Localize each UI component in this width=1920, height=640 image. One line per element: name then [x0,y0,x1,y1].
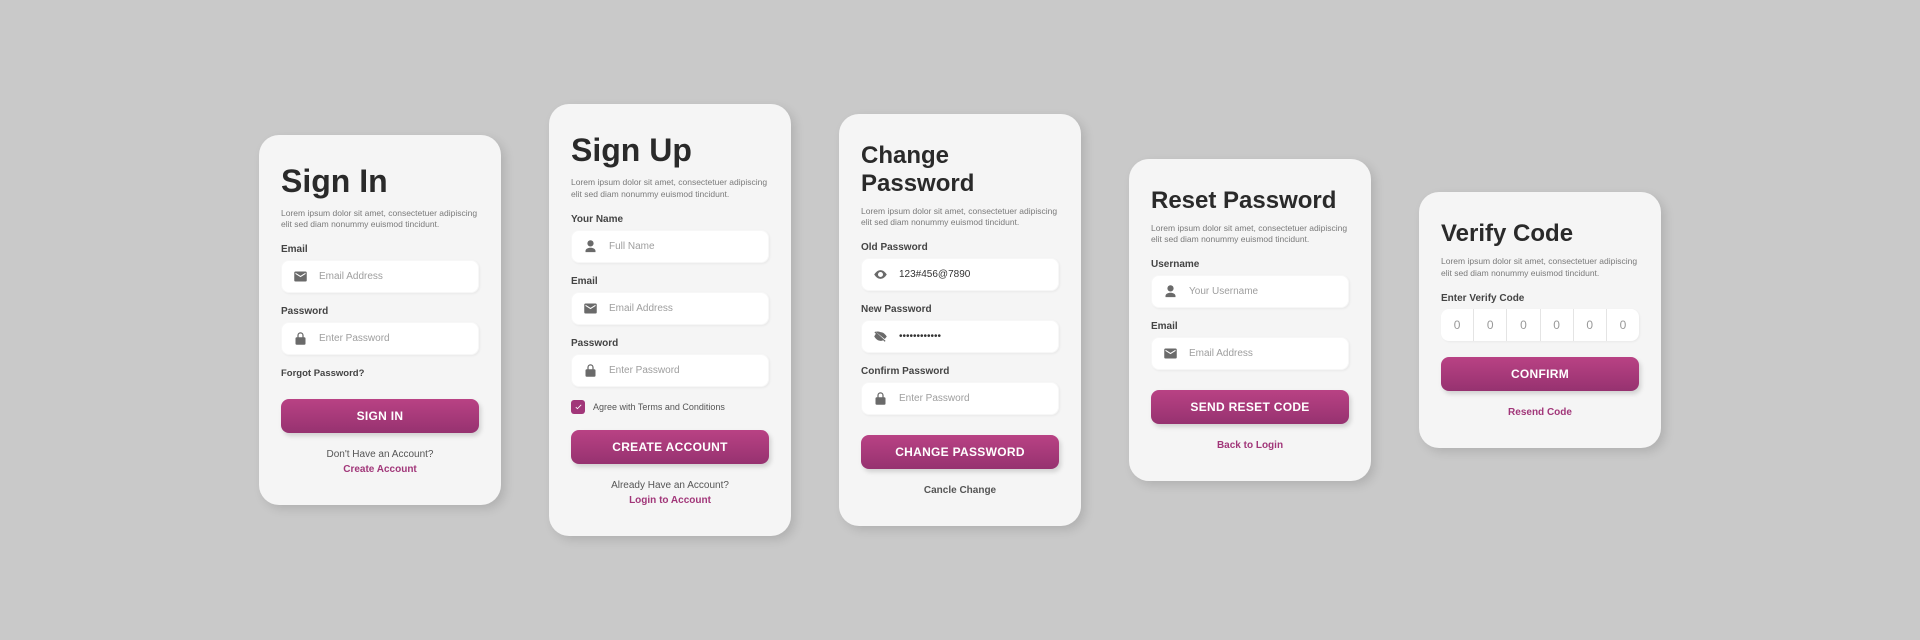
agree-row: Agree with Terms and Conditions [571,400,769,414]
otp-cell-5[interactable]: 0 [1607,309,1639,341]
signup-card: Sign Up Lorem ipsum dolor sit amet, cons… [549,104,791,536]
eye-off-icon[interactable] [873,329,888,344]
old-password-input[interactable] [899,269,1047,280]
resend-code-link[interactable]: Resend Code [1508,407,1572,418]
back-to-login-row: Back to Login [1151,438,1349,453]
verify-title: Verify Code [1441,220,1639,248]
signup-password-label: Password [571,338,769,349]
signin-title: Sign In [281,163,479,200]
lock-icon [583,363,598,378]
resend-row: Resend Code [1441,405,1639,420]
reset-username-input[interactable] [1189,286,1337,297]
signin-password-input[interactable] [319,333,467,344]
forgot-password-link[interactable]: Forgot Password? [281,368,479,379]
signup-prompt-text: Already Have an Account? [611,480,729,491]
change-desc: Lorem ipsum dolor sit amet, consectetuer… [861,206,1059,229]
signup-password-input[interactable] [609,365,757,376]
signin-desc: Lorem ipsum dolor sit amet, consectetuer… [281,208,479,231]
otp-cell-3[interactable]: 0 [1541,309,1574,341]
email-icon [1163,346,1178,361]
confirm-password-field [861,382,1059,415]
otp-input-group: 0 0 0 0 0 0 [1441,309,1639,341]
new-password-label: New Password [861,304,1059,315]
cancel-change-link[interactable]: Cancle Change [861,483,1059,498]
signin-card: Sign In Lorem ipsum dolor sit amet, cons… [259,135,501,506]
signin-email-label: Email [281,244,479,255]
reset-card: Reset Password Lorem ipsum dolor sit ame… [1129,159,1371,482]
create-account-button[interactable]: CREATE ACCOUNT [571,430,769,464]
eye-icon[interactable] [873,267,888,282]
otp-cell-0[interactable]: 0 [1441,309,1474,341]
user-icon [583,239,598,254]
change-card: Change Password Lorem ipsum dolor sit am… [839,114,1081,527]
email-icon [583,301,598,316]
agree-label: Agree with Terms and Conditions [593,402,725,412]
change-title: Change Password [861,142,1059,198]
signin-button[interactable]: SIGN IN [281,399,479,433]
signin-email-input[interactable] [319,271,467,282]
back-to-login-link[interactable]: Back to Login [1217,440,1283,451]
confirm-button[interactable]: CONFIRM [1441,357,1639,391]
verify-desc: Lorem ipsum dolor sit amet, consectetuer… [1441,256,1639,279]
otp-cell-1[interactable]: 0 [1474,309,1507,341]
lock-icon [873,391,888,406]
signup-name-field [571,230,769,263]
reset-title: Reset Password [1151,187,1349,215]
change-password-button[interactable]: CHANGE PASSWORD [861,435,1059,469]
send-reset-code-button[interactable]: SEND RESET CODE [1151,390,1349,424]
signin-password-label: Password [281,306,479,317]
signin-email-field [281,260,479,293]
reset-desc: Lorem ipsum dolor sit amet, consectetuer… [1151,223,1349,246]
signup-name-label: Your Name [571,214,769,225]
signup-email-label: Email [571,276,769,287]
login-account-link[interactable]: Login to Account [629,495,711,506]
create-account-link[interactable]: Create Account [343,464,417,475]
signin-password-field [281,322,479,355]
signup-email-field [571,292,769,325]
signup-name-input[interactable] [609,241,757,252]
reset-email-label: Email [1151,321,1349,332]
signup-desc: Lorem ipsum dolor sit amet, consectetuer… [571,177,769,200]
lock-icon [293,331,308,346]
signin-prompt-text: Don't Have an Account? [327,449,434,460]
new-password-field [861,320,1059,353]
reset-email-field [1151,337,1349,370]
signin-switch-prompt: Don't Have an Account? Create Account [281,447,479,477]
new-password-input[interactable] [899,331,1047,342]
signup-switch-prompt: Already Have an Account? Login to Accoun… [571,478,769,508]
old-password-field [861,258,1059,291]
verify-card: Verify Code Lorem ipsum dolor sit amet, … [1419,192,1661,448]
signup-email-input[interactable] [609,303,757,314]
confirm-password-label: Confirm Password [861,366,1059,377]
reset-email-input[interactable] [1189,348,1337,359]
signup-password-field [571,354,769,387]
otp-cell-4[interactable]: 0 [1574,309,1607,341]
email-icon [293,269,308,284]
check-icon [574,402,583,411]
reset-username-field [1151,275,1349,308]
otp-cell-2[interactable]: 0 [1507,309,1540,341]
confirm-password-input[interactable] [899,393,1047,404]
verify-code-label: Enter Verify Code [1441,293,1639,304]
agree-checkbox[interactable] [571,400,585,414]
old-password-label: Old Password [861,242,1059,253]
reset-username-label: Username [1151,259,1349,270]
user-icon [1163,284,1178,299]
signup-title: Sign Up [571,132,769,169]
